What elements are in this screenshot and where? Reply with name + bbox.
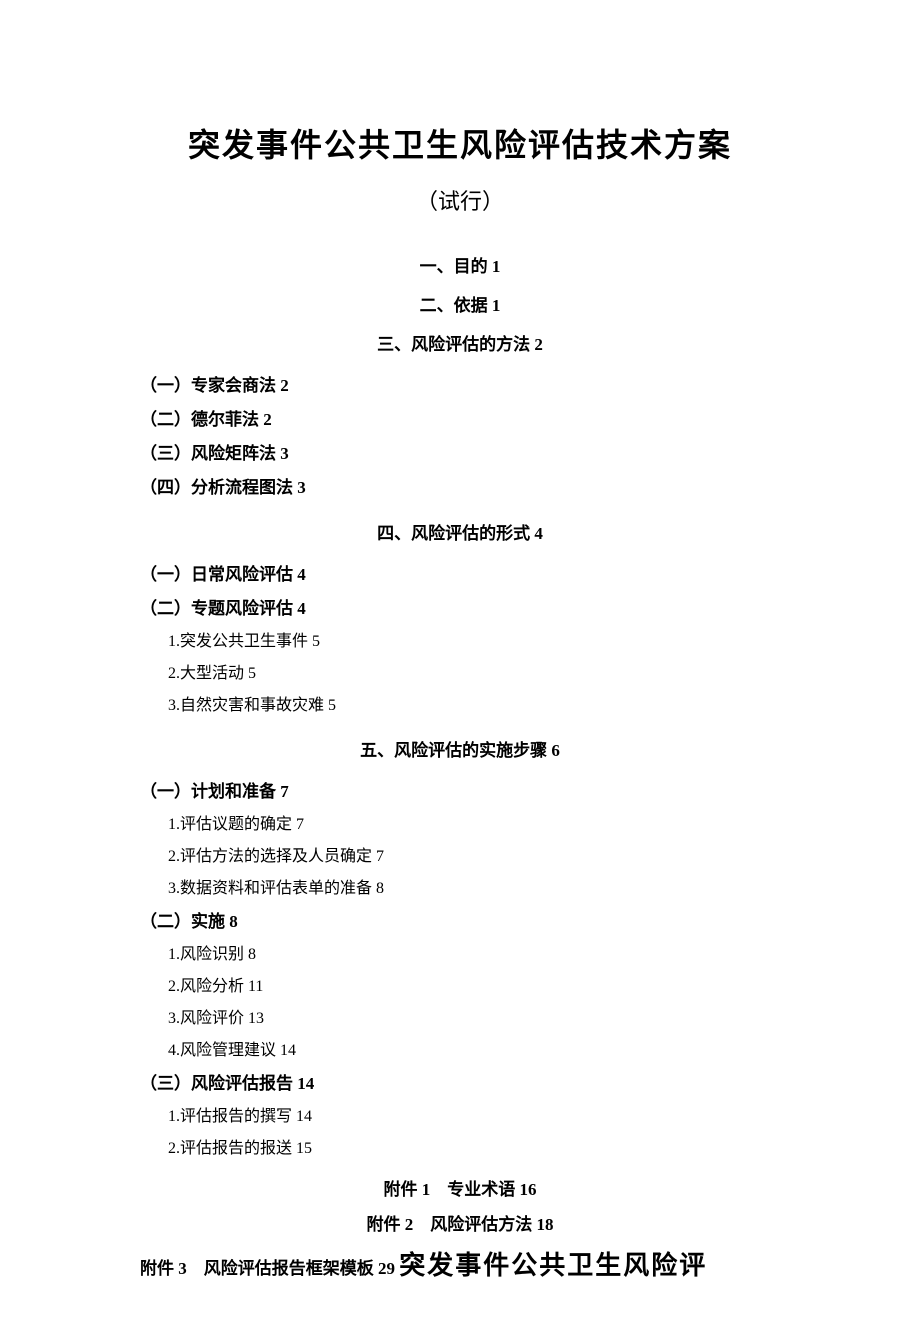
- toc-sub-5-2-4: 4.风险管理建议 14: [140, 1035, 780, 1067]
- toc-sub-5-2-3: 3.风险评价 13: [140, 1003, 780, 1035]
- appendix-3-prefix: 附件 3 风险评估报告框架模板 29: [140, 1259, 399, 1278]
- toc-item-4-1: （一）日常风险评估 4: [140, 558, 780, 592]
- toc-sub-5-1-2: 2.评估方法的选择及人员确定 7: [140, 841, 780, 873]
- toc-section-3: 三、风险评估的方法 2: [140, 330, 780, 355]
- document-title: 突发事件公共卫生风险评估技术方案: [140, 120, 780, 166]
- toc-sub-5-1-3: 3.数据资料和评估表单的准备 8: [140, 873, 780, 905]
- document-subtitle: （试行）: [140, 184, 780, 216]
- toc-sub-4-2-3: 3.自然灾害和事故灾难 5: [140, 690, 780, 722]
- toc-sub-5-1-1: 1.评估议题的确定 7: [140, 809, 780, 841]
- document-page: 突发事件公共卫生风险评估技术方案 （试行） 一、目的 1 二、依据 1 三、风险…: [0, 0, 920, 1342]
- toc-item-3-3: （三）风险矩阵法 3: [140, 437, 780, 471]
- appendix-1: 附件 1 专业术语 16: [140, 1175, 780, 1200]
- toc-item-4-2: （二）专题风险评估 4: [140, 592, 780, 626]
- toc-item-5-1: （一）计划和准备 7: [140, 775, 780, 809]
- toc-section-1: 一、目的 1: [140, 252, 780, 277]
- toc-sub-5-2-2: 2.风险分析 11: [140, 971, 780, 1003]
- appendix-2: 附件 2 风险评估方法 18: [140, 1210, 780, 1235]
- toc-section-4: 四、风险评估的形式 4: [140, 519, 780, 544]
- toc-item-5-3: （三）风险评估报告 14: [140, 1067, 780, 1101]
- toc-sub-5-2-1: 1.风险识别 8: [140, 939, 780, 971]
- toc-sub-5-3-1: 1.评估报告的撰写 14: [140, 1101, 780, 1133]
- appendix-3-line: 附件 3 风险评估报告框架模板 29 突发事件公共卫生风险评: [140, 1245, 780, 1282]
- toc-item-3-1: （一）专家会商法 2: [140, 369, 780, 403]
- toc-section-2: 二、依据 1: [140, 291, 780, 316]
- toc-sub-4-2-1: 1.突发公共卫生事件 5: [140, 626, 780, 658]
- toc-item-3-4: （四）分析流程图法 3: [140, 471, 780, 505]
- toc-section-5: 五、风险评估的实施步骤 6: [140, 736, 780, 761]
- toc-item-3-2: （二）德尔菲法 2: [140, 403, 780, 437]
- appendix-3-title: 突发事件公共卫生风险评: [399, 1251, 707, 1280]
- toc-sub-5-3-2: 2.评估报告的报送 15: [140, 1133, 780, 1165]
- toc-item-5-2: （二）实施 8: [140, 905, 780, 939]
- toc-sub-4-2-2: 2.大型活动 5: [140, 658, 780, 690]
